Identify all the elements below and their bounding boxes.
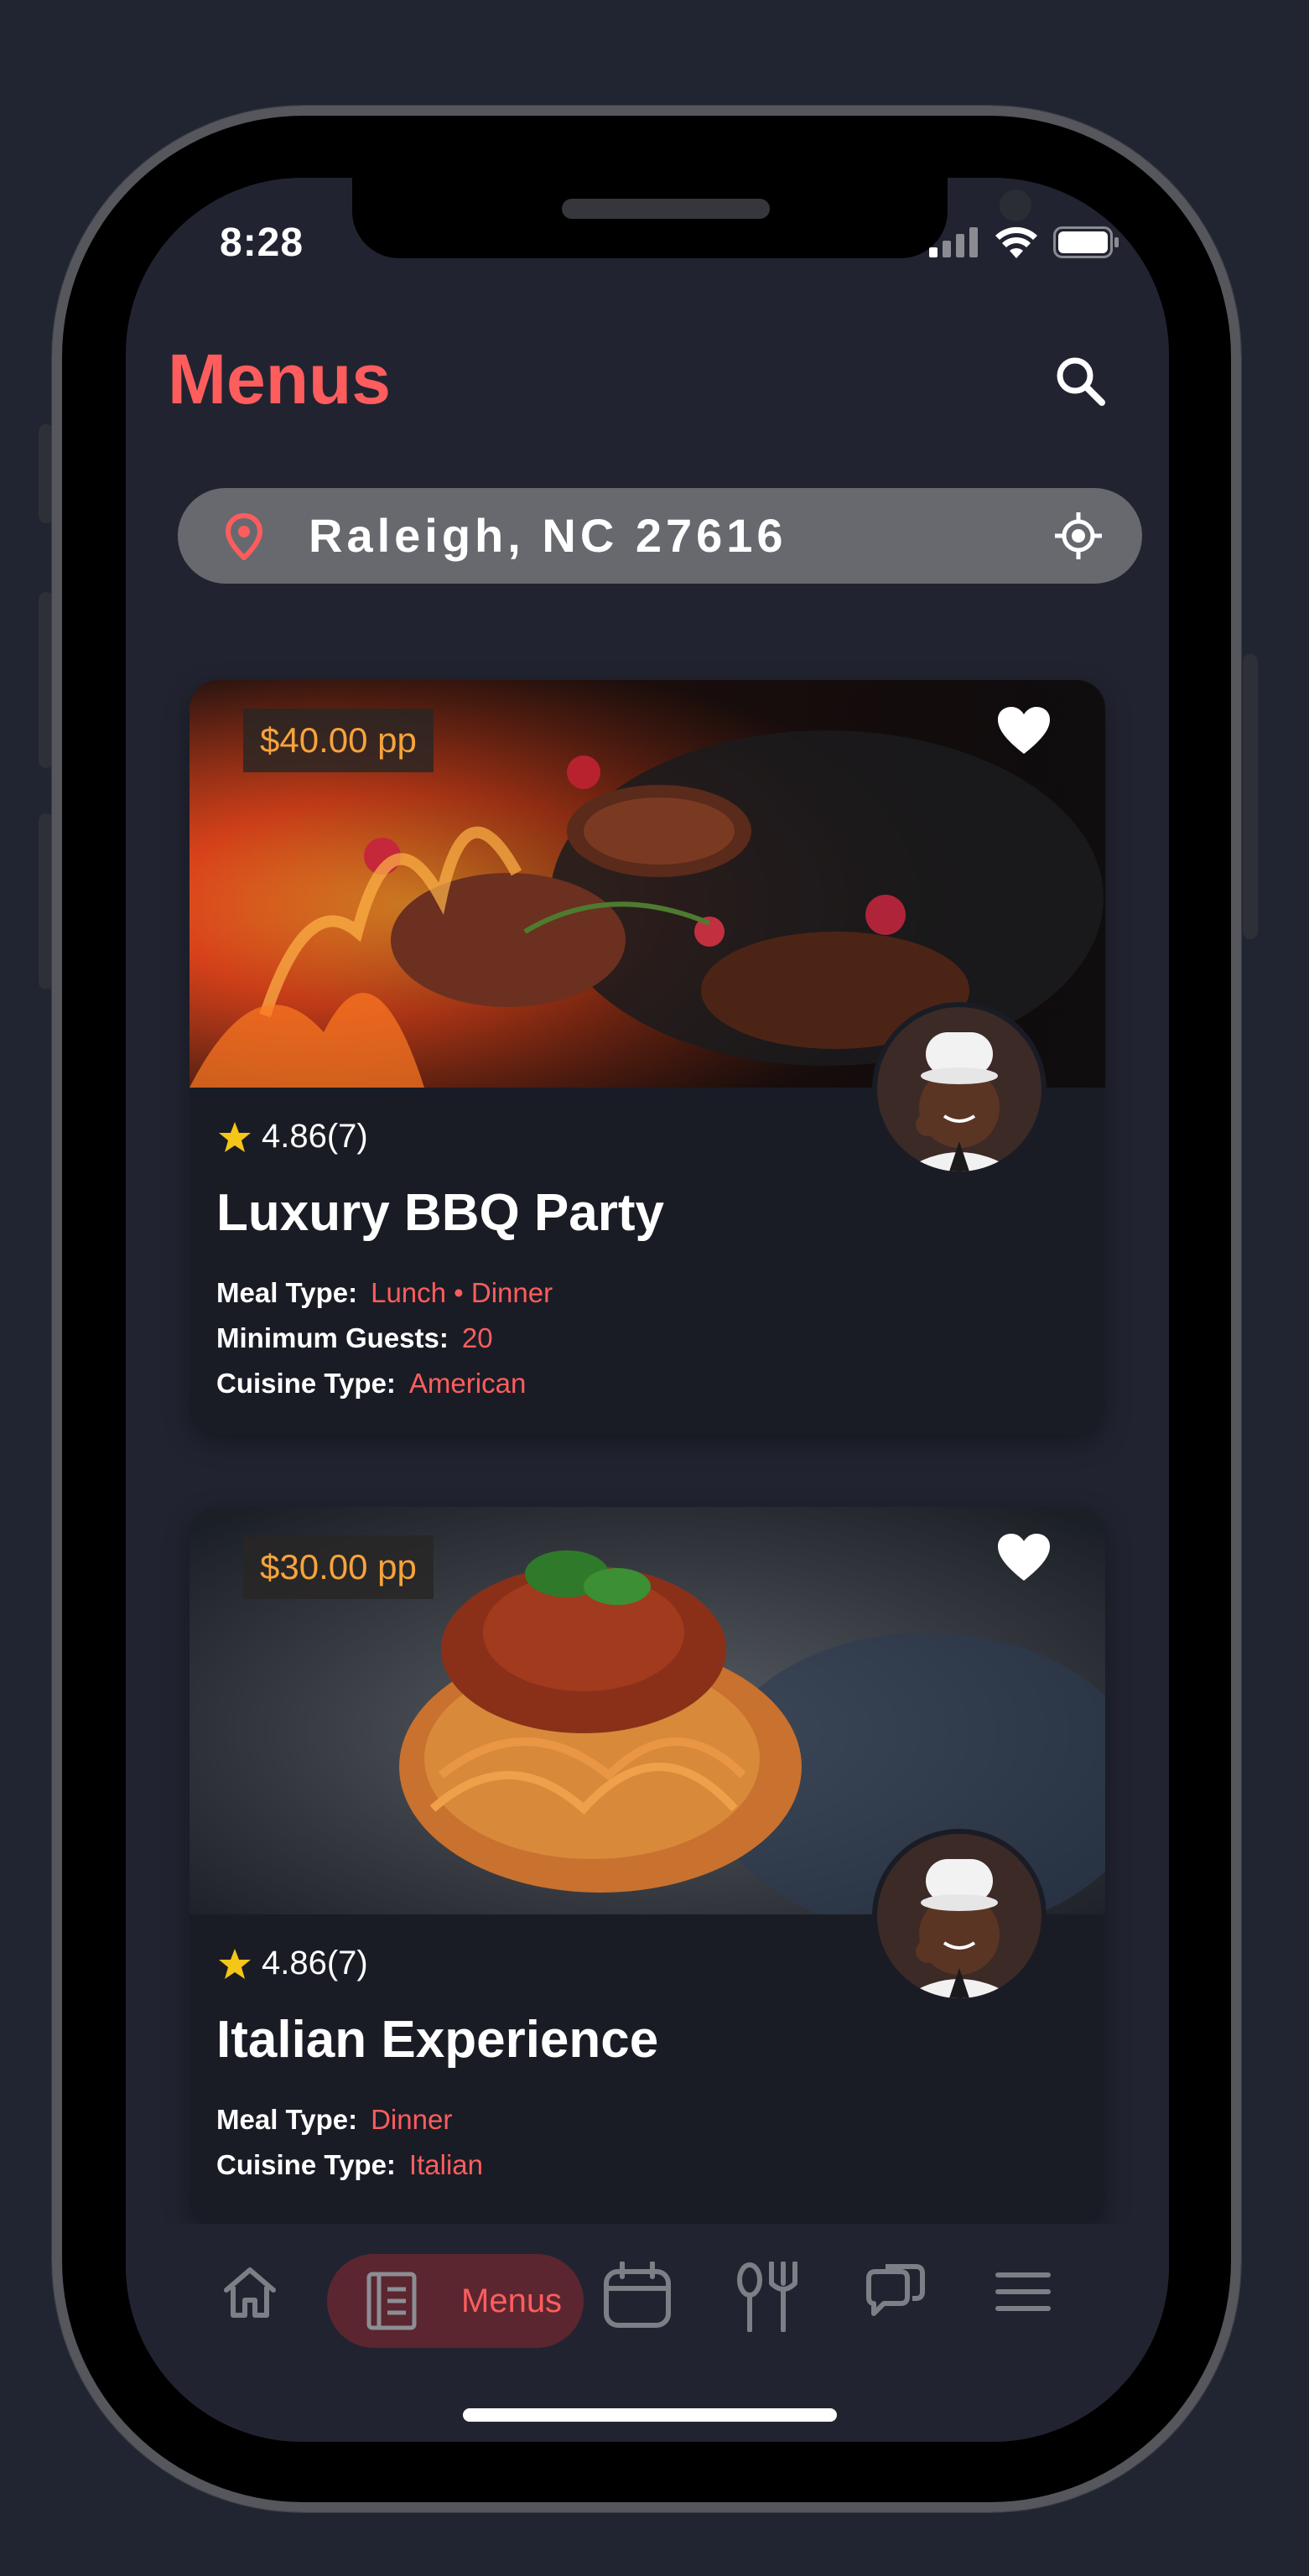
minimum-guests-label: Minimum Guests: [216,1322,449,1353]
power-button [1243,654,1258,939]
front-camera [1000,190,1031,221]
rating: 4.86(7) [218,1945,368,1982]
bottom-nav: Menus [126,2224,1169,2350]
chef-avatar[interactable] [872,1002,1047,1176]
hamburger-menu-icon[interactable] [993,2262,1053,2322]
calendar-icon[interactable] [602,2262,673,2329]
location-pin-icon [225,513,263,560]
wifi-icon [995,226,1037,258]
menus-icon [366,2272,417,2330]
nav-label-menus: Menus [461,2283,563,2319]
location-text: Raleigh, NC 27616 [309,509,787,562]
minimum-guests-value: 20 [461,1322,493,1353]
cuisine-type-label: Cuisine Type: [216,2149,396,2180]
favorite-heart-icon[interactable] [996,1532,1052,1582]
rating-value: 4.86(7) [262,1118,368,1155]
price-tag: $30.00 pp [243,1535,434,1599]
location-bar[interactable]: Raleigh, NC 27616 [178,488,1142,584]
current-location-icon[interactable] [1053,511,1104,561]
cuisine-type-label: Cuisine Type: [216,1368,396,1399]
menu-title: Luxury BBQ Party [216,1184,665,1242]
cuisine-type-value: Italian [408,2149,483,2180]
rating-value: 4.86(7) [262,1945,368,1981]
home-indicator[interactable] [463,2408,837,2422]
cuisine-type: Cuisine Type: American [216,1368,526,1400]
star-icon [219,1121,251,1152]
meal-type: Meal Type: Dinner [216,2104,452,2136]
price-tag: $40.00 pp [243,709,434,772]
chef-avatar[interactable] [872,1829,1047,2003]
nav-item-menus[interactable]: Menus [327,2254,584,2348]
notch [352,178,1031,258]
utensils-icon[interactable] [733,2262,800,2332]
meal-type-value: Lunch • Dinner [371,1277,553,1308]
meal-type-label: Meal Type: [216,2104,358,2135]
meal-type: Meal Type: Lunch • Dinner [216,1277,553,1309]
star-icon [219,1948,251,1979]
home-icon[interactable] [220,2262,280,2322]
favorite-heart-icon[interactable] [996,705,1052,756]
menu-card[interactable]: $40.00 pp 4.86(7) Luxury BBQ Party Meal … [190,680,1105,1435]
meal-type-value: Dinner [371,2104,453,2135]
status-icons [929,226,1120,258]
cellular-signal-icon [929,227,978,257]
search-icon[interactable] [1053,354,1107,408]
menu-card[interactable]: $30.00 pp 4.86(7) Italian Experience Mea… [190,1507,1105,2228]
cuisine-type-value: American [408,1368,527,1399]
menu-title: Italian Experience [216,2011,659,2069]
page-title: Menus [168,340,392,418]
status-time: 8:28 [220,221,304,265]
app-screen: 8:28 Menus Raleigh, NC 27616 $40.00 pp 4… [126,178,1169,2442]
speaker [562,199,770,219]
meal-type-label: Meal Type: [216,1277,358,1308]
minimum-guests: Minimum Guests: 20 [216,1322,493,1354]
chat-icon[interactable] [864,2262,927,2322]
cuisine-type: Cuisine Type: Italian [216,2149,483,2181]
rating: 4.86(7) [218,1118,368,1156]
battery-icon [1053,226,1119,258]
